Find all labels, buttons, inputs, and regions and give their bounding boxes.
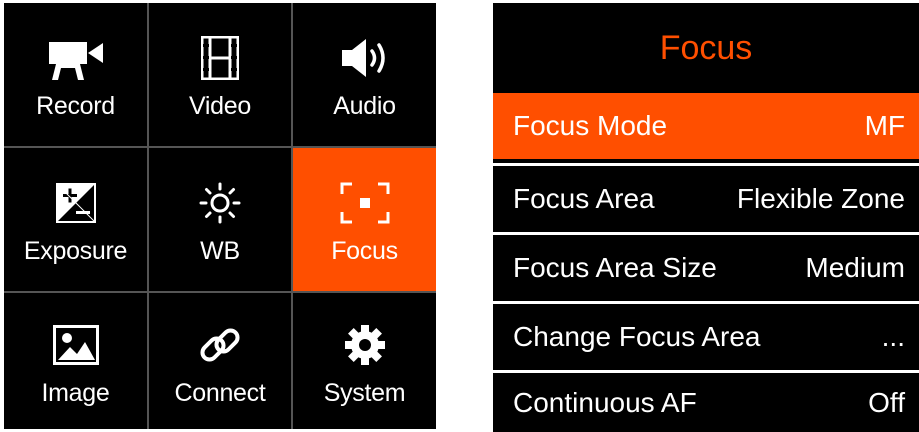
menu-item-exposure[interactable]: Exposure bbox=[4, 148, 149, 293]
menu-item-label: Exposure bbox=[23, 237, 128, 265]
setting-label: Focus Area bbox=[513, 183, 655, 214]
menu-item-label: System bbox=[323, 378, 406, 407]
menu-item-label: Connect bbox=[174, 378, 266, 407]
main-menu-grid: Record Video Audio Exposure WB Focus Ima… bbox=[4, 3, 436, 429]
menu-item-audio[interactable]: Audio bbox=[293, 3, 436, 148]
setting-value: Off bbox=[868, 386, 905, 418]
gear-icon bbox=[337, 319, 393, 371]
menu-item-focus[interactable]: Focus bbox=[293, 148, 436, 293]
menu-item-label: Record bbox=[36, 92, 115, 120]
menu-item-label: Image bbox=[41, 378, 110, 407]
setting-label: Focus Area Size bbox=[513, 252, 717, 283]
setting-value: Flexible Zone bbox=[736, 183, 905, 214]
exposure-compensation-icon bbox=[48, 177, 104, 229]
menu-item-record[interactable]: Record bbox=[4, 3, 149, 148]
video-camera-icon bbox=[48, 32, 104, 84]
setting-label: Change Focus Area bbox=[513, 321, 761, 352]
menu-item-label: Video bbox=[189, 92, 251, 120]
film-icon bbox=[192, 32, 248, 84]
setting-row-change-focus-area[interactable]: Change Focus Area ... bbox=[493, 301, 919, 370]
submenu-title: Focus bbox=[659, 28, 753, 67]
menu-item-wb[interactable]: WB bbox=[149, 148, 293, 293]
setting-row-continuous-af[interactable]: Continuous AF Off bbox=[493, 370, 919, 432]
setting-label: Continuous AF bbox=[513, 386, 697, 418]
focus-submenu: Focus Focus Mode MF Focus Area Flexible … bbox=[493, 3, 919, 432]
menu-item-label: WB bbox=[200, 237, 240, 265]
setting-value: Medium bbox=[805, 252, 905, 283]
menu-item-label: Audio bbox=[333, 92, 396, 120]
focus-frame-icon bbox=[337, 177, 393, 229]
setting-row-focus-mode[interactable]: Focus Mode MF bbox=[493, 93, 919, 159]
setting-label: Focus Mode bbox=[513, 110, 668, 141]
setting-row-focus-area-size[interactable]: Focus Area Size Medium bbox=[493, 232, 919, 301]
menu-item-image[interactable]: Image bbox=[4, 293, 149, 429]
image-icon bbox=[48, 319, 104, 371]
link-icon bbox=[192, 319, 248, 371]
menu-item-video[interactable]: Video bbox=[149, 3, 293, 148]
setting-value: MF bbox=[864, 110, 905, 141]
sun-icon bbox=[192, 177, 248, 229]
menu-item-label: Focus bbox=[331, 237, 398, 265]
menu-item-connect[interactable]: Connect bbox=[149, 293, 293, 429]
speaker-icon bbox=[337, 32, 393, 84]
menu-item-system[interactable]: System bbox=[293, 293, 436, 429]
setting-row-focus-area[interactable]: Focus Area Flexible Zone bbox=[493, 163, 919, 232]
setting-value: ... bbox=[881, 321, 905, 352]
